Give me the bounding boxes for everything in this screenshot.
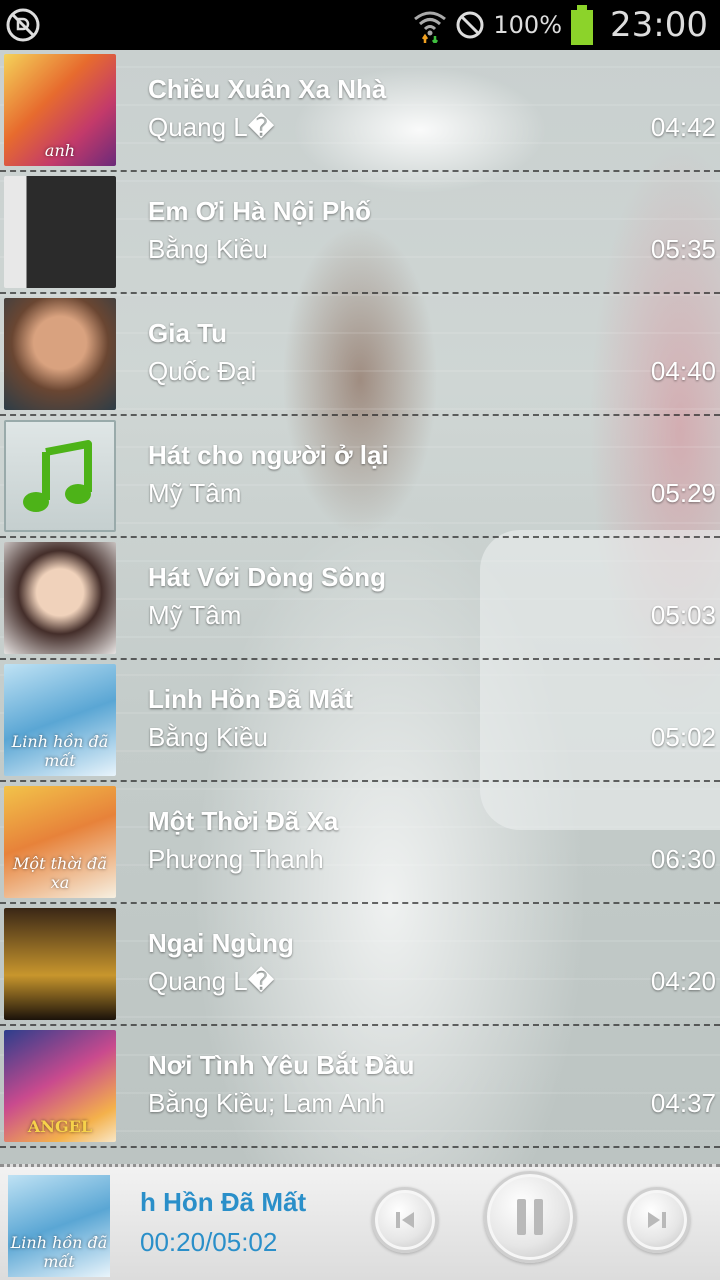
song-title: Ngại Ngùng [148, 928, 294, 958]
pause-icon [517, 1199, 543, 1235]
album-art [4, 298, 116, 410]
song-duration: 05:02 [650, 722, 716, 752]
song-title: Linh Hồn Đã Mất [148, 684, 354, 714]
now-playing-title[interactable]: h Hồn Đã Mất [140, 1187, 360, 1218]
song-row[interactable]: Hát cho người ở lại Mỹ Tâm 05:29 [0, 416, 720, 538]
song-row[interactable]: Một thời đã xa Một Thời Đã Xa Phương Tha… [0, 782, 720, 904]
song-title: Nơi Tình Yêu Bắt Đầu [148, 1050, 415, 1080]
song-duration: 05:03 [650, 600, 716, 630]
song-duration: 04:42 [650, 112, 716, 142]
album-art: anh [4, 54, 116, 166]
battery-icon [571, 5, 594, 45]
album-art-label: anh [44, 141, 76, 160]
song-list[interactable]: anh Chiều Xuân Xa Nhà Quang L� 04:42 Em … [0, 50, 720, 1164]
previous-button[interactable] [372, 1187, 438, 1253]
song-artist: Phương Thanh [148, 844, 324, 874]
song-duration: 05:35 [650, 234, 716, 264]
song-title: Chiều Xuân Xa Nhà [148, 74, 387, 104]
album-art [4, 420, 116, 532]
song-artist: Bằng Kiều [148, 234, 268, 264]
song-title: Gia Tu [148, 318, 227, 348]
now-playing-art-label: Linh hồn đã mất [10, 1233, 108, 1271]
clock: 23:00 [610, 5, 708, 45]
song-duration: 05:29 [650, 478, 716, 508]
album-art: ANGEL [4, 1030, 116, 1142]
song-artist: Mỹ Tâm [148, 478, 242, 508]
song-artist: Bằng Kiều [148, 722, 268, 752]
song-artist: Quang L� [148, 112, 275, 142]
song-row[interactable]: anh Chiều Xuân Xa Nhà Quang L� 04:42 [0, 50, 720, 172]
now-playing-album-art[interactable]: Linh hồn đã mất [8, 1175, 110, 1277]
blocked-icon [456, 11, 484, 39]
song-row[interactable]: Gia Tu Quốc Đại 04:40 [0, 294, 720, 416]
song-artist: Bằng Kiều; Lam Anh [148, 1088, 386, 1118]
wifi-icon [414, 11, 447, 43]
skip-next-icon [648, 1212, 666, 1228]
song-title: Một Thời Đã Xa [148, 806, 339, 836]
song-duration: 04:40 [650, 356, 716, 386]
song-row[interactable]: Ngại Ngùng Quang L� 04:20 [0, 904, 720, 1026]
album-art [4, 542, 116, 654]
next-button[interactable] [624, 1187, 690, 1253]
music-note-icon [23, 440, 92, 512]
song-artist: Quang L� [148, 966, 275, 996]
album-art [4, 176, 116, 288]
now-playing-time: 00:20/05:02 [140, 1227, 278, 1257]
battery-percent: 100% [493, 11, 563, 39]
skip-previous-icon [396, 1212, 414, 1228]
no-signal-icon [6, 8, 40, 42]
song-artist: Mỹ Tâm [148, 600, 242, 630]
song-title: Hát Với Dòng Sông [148, 562, 387, 592]
pause-button[interactable] [484, 1171, 576, 1263]
song-row[interactable]: ANGEL Nơi Tình Yêu Bắt Đầu Bằng Kiều; La… [0, 1026, 720, 1148]
song-row[interactable]: Hát Với Dòng Sông Mỹ Tâm 05:03 [0, 538, 720, 660]
album-art: Linh hồn đã mất [4, 664, 116, 776]
player-bar: Linh hồn đã mất h Hồn Đã Mất 00:20/05:02 [0, 1164, 720, 1280]
song-duration: 04:37 [650, 1088, 716, 1118]
album-art: Một thời đã xa [4, 786, 116, 898]
album-art-label: Linh hồn đã mất [11, 732, 109, 770]
song-row[interactable]: Em Ơi Hà Nội Phố Bằng Kiều 05:35 [0, 172, 720, 294]
song-title: Hát cho người ở lại [148, 440, 389, 470]
album-art [4, 908, 116, 1020]
song-title: Em Ơi Hà Nội Phố [148, 196, 371, 226]
status-bar: 100% 23:00 [0, 0, 720, 50]
song-duration: 06:30 [650, 844, 716, 874]
album-art-label: ANGEL [27, 1117, 93, 1136]
song-duration: 04:20 [650, 966, 716, 996]
song-artist: Quốc Đại [148, 356, 257, 386]
album-art-label: Một thời đã xa [13, 854, 107, 892]
song-row[interactable]: Linh hồn đã mất Linh Hồn Đã Mất Bằng Kiề… [0, 660, 720, 782]
